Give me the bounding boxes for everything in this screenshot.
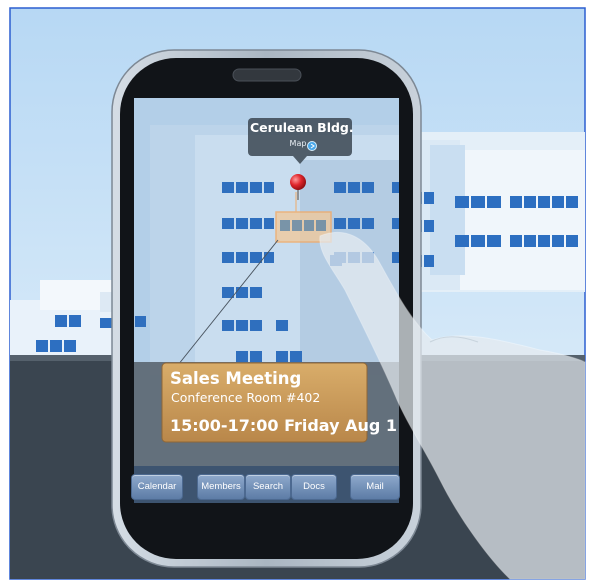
location-title: Cerulean Bldg. (250, 120, 354, 135)
tab-label: Docs (303, 481, 325, 492)
event-title: Sales Meeting (170, 369, 302, 388)
tab-label: Search (252, 481, 284, 492)
tab-calendar[interactable]: Calendar (131, 474, 183, 500)
tab-label: Mail (366, 481, 384, 492)
event-room: Conference Room #402 (171, 390, 321, 405)
tab-label: Calendar (137, 481, 177, 492)
tab-docs[interactable]: Docs (291, 474, 337, 500)
event-time: 15:00-17:00 Friday Aug 1 (170, 416, 398, 435)
tab-members[interactable]: Members (197, 474, 245, 500)
tab-label: Members (201, 481, 241, 492)
tab-search[interactable]: Search (245, 474, 291, 500)
map-link[interactable]: Map (278, 139, 318, 148)
tab-mail[interactable]: Mail (350, 474, 400, 500)
